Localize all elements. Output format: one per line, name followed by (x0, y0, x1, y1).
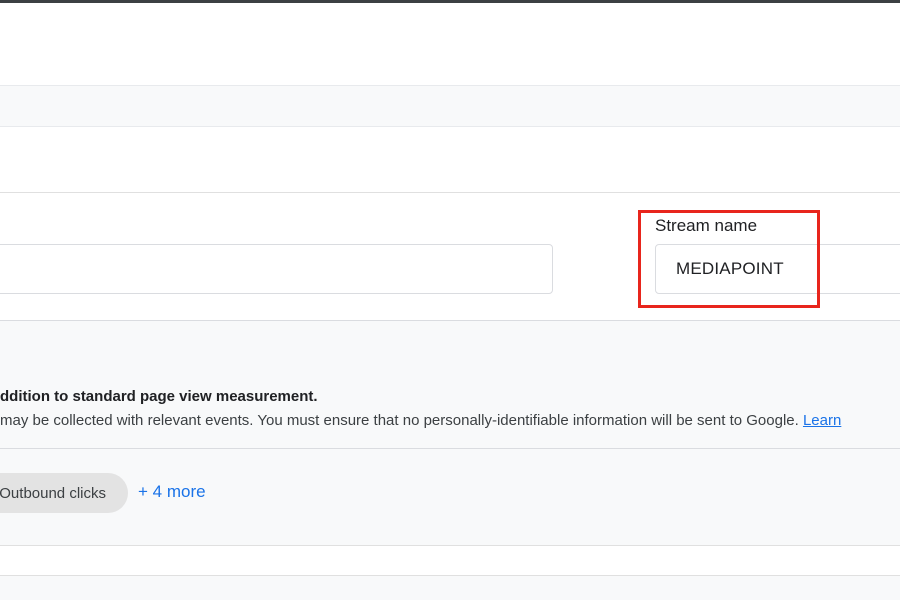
section-divider (0, 448, 900, 449)
outbound-clicks-chip[interactable]: Outbound clicks (0, 473, 128, 513)
website-url-input[interactable] (0, 244, 553, 294)
enhanced-measurement-section (0, 321, 900, 546)
section-header (0, 127, 900, 193)
stream-name-label: Stream name (655, 216, 758, 235)
stream-name-value: MEDIAPOINT (676, 259, 784, 278)
learn-more-link[interactable]: Learn (803, 412, 841, 429)
stream-name-input[interactable]: MEDIAPOINT (655, 244, 900, 294)
enhanced-measurement-description: may be collected with relevant events. Y… (0, 412, 841, 429)
section-row (0, 546, 900, 576)
section-bottom (0, 576, 900, 600)
description-text: may be collected with relevant events. Y… (0, 412, 799, 429)
section-bar (0, 85, 900, 127)
enhanced-measurement-heading: ddition to standard page view measuremen… (0, 388, 318, 405)
header-area (0, 3, 900, 85)
more-events-link[interactable]: + 4 more (138, 482, 206, 502)
